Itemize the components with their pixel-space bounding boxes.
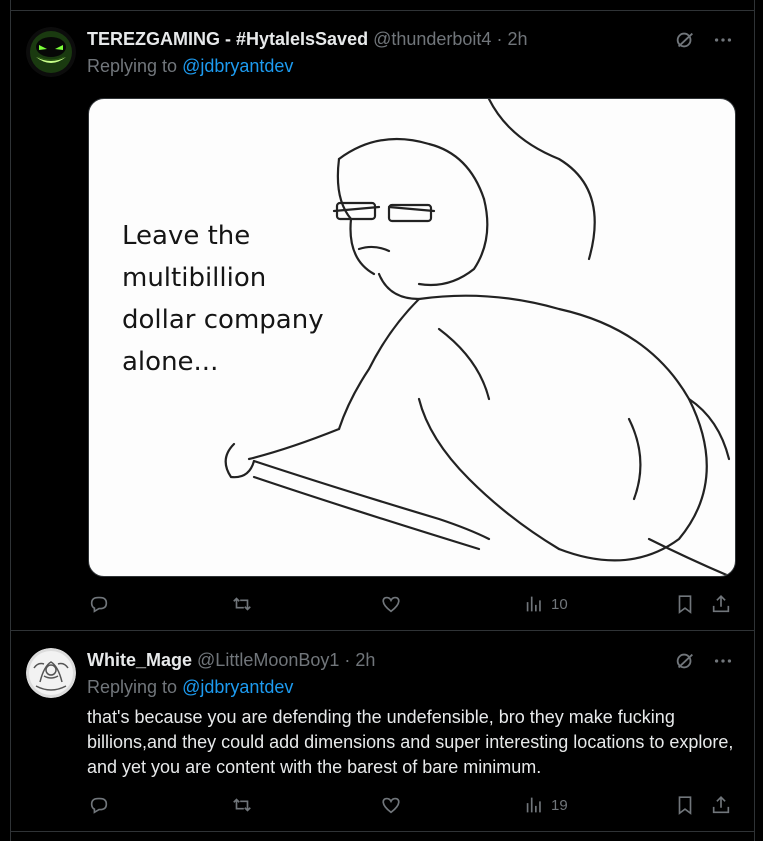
- reply-icon[interactable]: [88, 794, 110, 816]
- views-icon: [526, 596, 541, 612]
- tweet-image[interactable]: Leave the multibillion dollar company al…: [88, 98, 736, 577]
- user-handle[interactable]: @LittleMoonBoy1: [197, 650, 339, 670]
- grok-icon[interactable]: [674, 29, 696, 56]
- reply-icon[interactable]: [88, 593, 110, 615]
- avatar[interactable]: [26, 648, 76, 698]
- tweet-top-actions: [674, 650, 734, 677]
- tweet[interactable]: TEREZGAMING - #HytaleIsSaved @thunderboi…: [11, 11, 754, 631]
- bookmark-icon[interactable]: [674, 593, 696, 615]
- timestamp[interactable]: 2h: [507, 29, 527, 49]
- replying-to: Replying to @jdbryantdev: [87, 677, 293, 698]
- more-icon[interactable]: [712, 650, 734, 677]
- tweet[interactable]: White_Mage @LittleMoonBoy1 · 2h Replying…: [11, 632, 754, 832]
- action-bar: 10: [86, 593, 741, 617]
- more-icon[interactable]: [712, 29, 734, 56]
- avatar[interactable]: [26, 27, 76, 77]
- share-icon[interactable]: [710, 794, 732, 816]
- bookmark-icon[interactable]: [674, 794, 696, 816]
- separator: ·: [344, 650, 351, 670]
- replying-label: Replying to: [87, 677, 183, 697]
- tweet-top-actions: [674, 29, 734, 56]
- grok-icon[interactable]: [674, 650, 696, 677]
- tweet-header: TEREZGAMING - #HytaleIsSaved @thunderboi…: [87, 29, 528, 50]
- share-icon[interactable]: [710, 593, 732, 615]
- replying-label: Replying to: [87, 56, 183, 76]
- display-name[interactable]: TEREZGAMING - #HytaleIsSaved: [87, 29, 368, 49]
- tweet-text: that's because you are defending the und…: [87, 707, 734, 777]
- like-icon[interactable]: [380, 593, 402, 615]
- action-bar: 19: [86, 794, 741, 818]
- separator: ·: [496, 29, 503, 49]
- replying-to: Replying to @jdbryantdev: [87, 56, 293, 77]
- meme-caption: Leave the multibillion dollar company al…: [122, 221, 324, 377]
- mention-link[interactable]: @jdbryantdev: [182, 677, 293, 697]
- retweet-icon[interactable]: [231, 794, 253, 816]
- like-icon[interactable]: [380, 794, 402, 816]
- views-button[interactable]: 19: [523, 794, 568, 816]
- tweet-header: White_Mage @LittleMoonBoy1 · 2h: [87, 650, 375, 671]
- views-count: 19: [551, 796, 568, 814]
- display-name[interactable]: White_Mage: [87, 650, 192, 670]
- views-icon: [526, 797, 541, 813]
- user-handle[interactable]: @thunderboit4: [373, 29, 491, 49]
- timestamp[interactable]: 2h: [355, 650, 375, 670]
- retweet-icon[interactable]: [231, 593, 253, 615]
- mention-link[interactable]: @jdbryantdev: [182, 56, 293, 76]
- views-count: 10: [551, 595, 568, 613]
- views-button[interactable]: 10: [523, 593, 568, 615]
